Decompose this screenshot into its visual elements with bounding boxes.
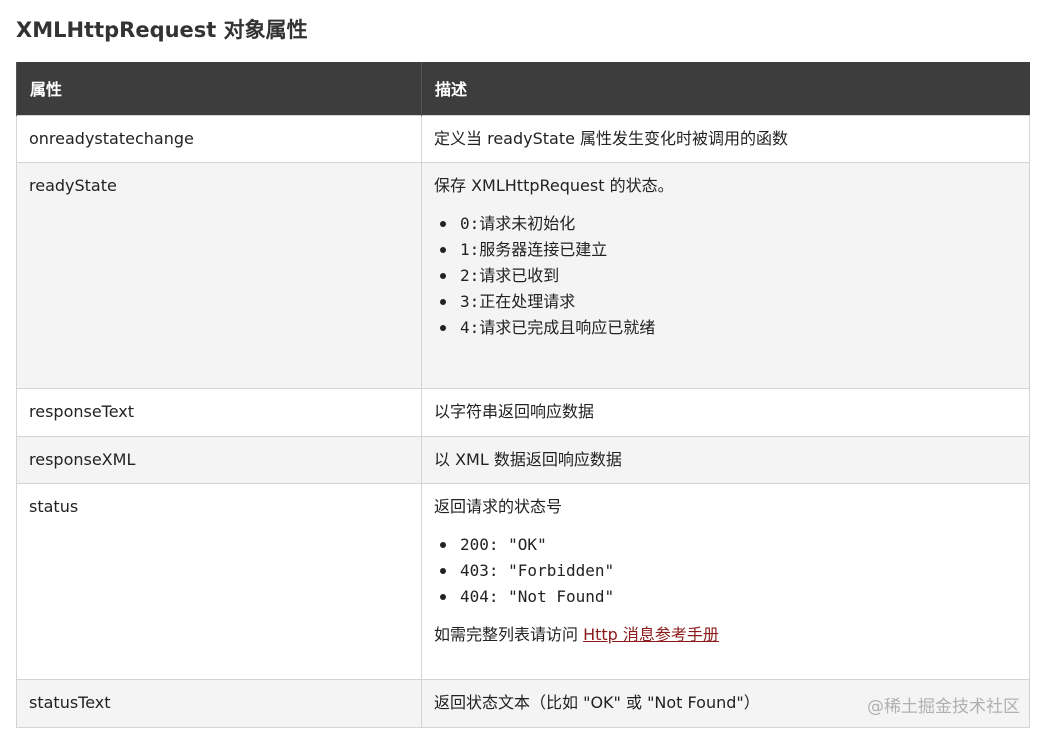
description-text: 返回请求的状态号 xyxy=(434,496,563,516)
status-code: 403: "Forbidden" xyxy=(460,560,615,580)
state-text: 请求未初始化 xyxy=(479,213,576,233)
list-item: 0:请求未初始化 xyxy=(440,211,1017,237)
description-text: 保存 XMLHttpRequest 的状态。 xyxy=(434,175,674,195)
ready-state-list: 0:请求未初始化 1:服务器连接已建立 2:请求已收到 3:正在处理请求 4:请… xyxy=(434,211,1017,341)
state-text: 服务器连接已建立 xyxy=(479,239,608,259)
description-cell: 返回请求的状态号 200: "OK" 403: "Forbidden" 404:… xyxy=(421,482,1030,680)
description-cell: 以字符串返回响应数据 xyxy=(421,387,1030,437)
reference-note: 如需完整列表请访问 Http 消息参考手册 xyxy=(434,623,1017,647)
list-item: 1:服务器连接已建立 xyxy=(440,237,1017,263)
table-row: responseText 以字符串返回响应数据 xyxy=(16,387,1030,437)
list-item: 200: "OK" xyxy=(440,532,1017,558)
description-cell: 以 XML 数据返回响应数据 xyxy=(421,435,1030,484)
state-text: 请求已收到 xyxy=(479,265,560,285)
table-row: readyState 保存 XMLHttpRequest 的状态。 0:请求未初… xyxy=(16,161,1030,389)
property-cell: responseXML xyxy=(16,435,422,484)
property-cell: onreadystatechange xyxy=(16,114,422,163)
list-item: 404: "Not Found" xyxy=(440,584,1017,610)
bullet-icon xyxy=(440,324,446,331)
list-item: 3:正在处理请求 xyxy=(440,289,1017,315)
description-cell: 保存 XMLHttpRequest 的状态。 0:请求未初始化 1:服务器连接已… xyxy=(421,161,1030,389)
table-row: responseXML 以 XML 数据返回响应数据 xyxy=(16,435,1030,484)
table-header-row: 属性 描述 xyxy=(16,62,1030,115)
description-cell: 定义当 readyState 属性发生变化时被调用的函数 xyxy=(421,114,1030,163)
bullet-icon xyxy=(440,298,446,305)
table-row: status 返回请求的状态号 200: "OK" 403: "Forbidde… xyxy=(16,482,1030,680)
property-cell: readyState xyxy=(16,161,422,389)
header-property: 属性 xyxy=(16,62,422,115)
bullet-icon xyxy=(440,246,446,253)
properties-table: 属性 描述 onreadystatechange 定义当 readyState … xyxy=(16,62,1030,728)
state-code: 3: xyxy=(460,291,480,311)
table-row: onreadystatechange 定义当 readyState 属性发生变化… xyxy=(16,114,1030,163)
watermark: @稀土掘金技术社区 xyxy=(867,697,1020,717)
bullet-icon xyxy=(440,567,446,574)
bullet-icon xyxy=(440,541,446,548)
header-description: 描述 xyxy=(421,62,1030,115)
state-text: 正在处理请求 xyxy=(479,291,576,311)
bullet-icon xyxy=(440,220,446,227)
property-cell: status xyxy=(16,482,422,680)
list-item: 2:请求已收到 xyxy=(440,263,1017,289)
page-title: XMLHttpRequest 对象属性 xyxy=(16,18,308,42)
bullet-icon xyxy=(440,593,446,600)
list-item: 4:请求已完成且响应已就绪 xyxy=(440,315,1017,341)
state-code: 0: xyxy=(460,213,480,233)
property-cell: responseText xyxy=(16,387,422,437)
property-cell: statusText xyxy=(16,678,422,728)
state-code: 2: xyxy=(460,265,480,285)
list-item: 403: "Forbidden" xyxy=(440,558,1017,584)
state-text: 请求已完成且响应已就绪 xyxy=(479,317,656,337)
state-code: 4: xyxy=(460,317,480,337)
reference-note-text: 如需完整列表请访问 xyxy=(434,624,584,644)
http-reference-link[interactable]: Http 消息参考手册 xyxy=(583,625,719,644)
bullet-icon xyxy=(440,272,446,279)
status-code: 200: "OK" xyxy=(460,534,547,554)
status-code-list: 200: "OK" 403: "Forbidden" 404: "Not Fou… xyxy=(434,532,1017,610)
state-code: 1: xyxy=(460,239,480,259)
status-code: 404: "Not Found" xyxy=(460,586,615,606)
